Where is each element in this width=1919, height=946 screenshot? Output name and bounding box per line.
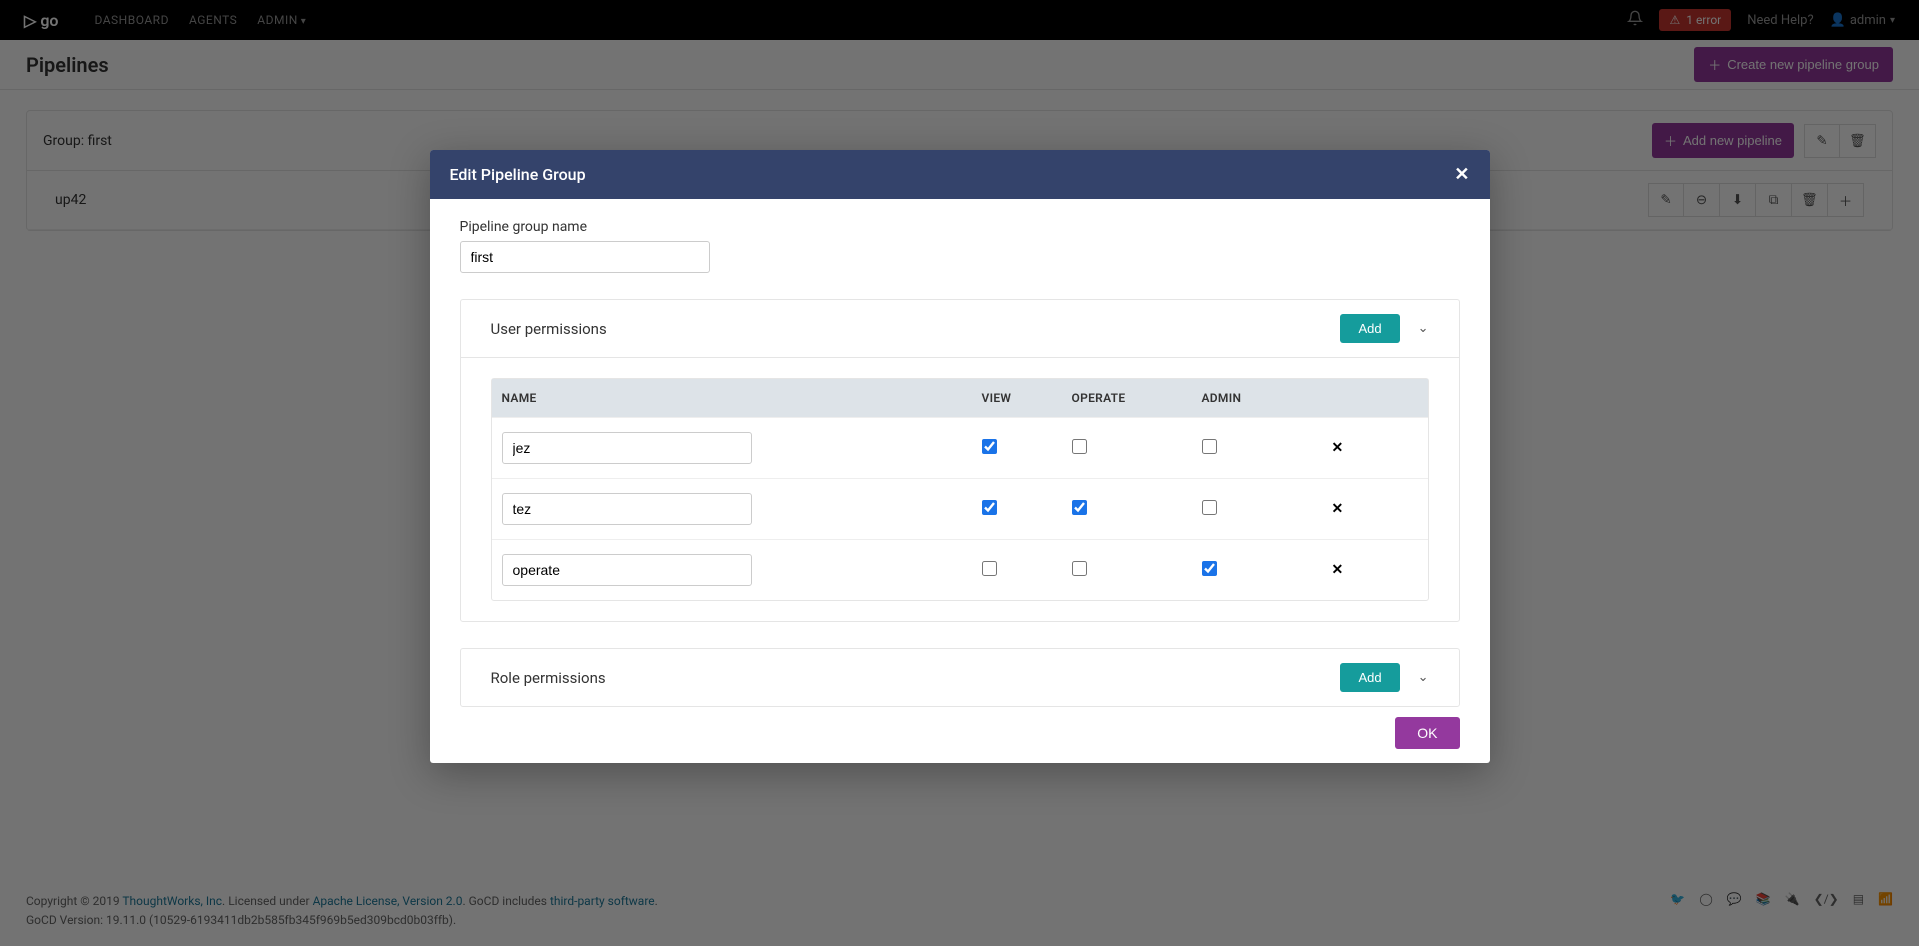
col-operate: OPERATE — [1072, 391, 1202, 405]
ok-button[interactable]: OK — [1395, 717, 1459, 749]
close-icon[interactable]: ✕ — [1454, 164, 1469, 185]
view-checkbox[interactable] — [982, 439, 997, 454]
col-view: VIEW — [982, 391, 1072, 405]
perm-name-input[interactable] — [502, 432, 752, 464]
view-checkbox[interactable] — [982, 500, 997, 515]
user-permissions-panel: User permissions Add ⌄ NAME VIEW OPERATE… — [460, 299, 1460, 622]
edit-pipeline-group-modal: Edit Pipeline Group ✕ Pipeline group nam… — [430, 150, 1490, 763]
remove-row-icon[interactable]: ✕ — [1332, 501, 1344, 517]
col-name: NAME — [502, 391, 982, 405]
role-permissions-title: Role permissions — [491, 669, 606, 687]
perm-name-input[interactable] — [502, 554, 752, 586]
add-user-permission-button[interactable]: Add — [1340, 314, 1399, 343]
modal-overlay: Edit Pipeline Group ✕ Pipeline group nam… — [0, 0, 1919, 946]
modal-body: Pipeline group name User permissions Add… — [430, 199, 1490, 707]
remove-row-icon[interactable]: ✕ — [1332, 440, 1344, 456]
user-permissions-title: User permissions — [491, 320, 607, 338]
chevron-down-icon[interactable]: ⌄ — [1418, 321, 1429, 336]
group-name-label: Pipeline group name — [460, 219, 1460, 235]
admin-checkbox[interactable] — [1202, 561, 1217, 576]
chevron-down-icon[interactable]: ⌄ — [1418, 670, 1429, 685]
operate-checkbox[interactable] — [1072, 500, 1087, 515]
modal-footer: OK — [430, 707, 1490, 763]
admin-checkbox[interactable] — [1202, 500, 1217, 515]
perm-name-input[interactable] — [502, 493, 752, 525]
group-name-input[interactable] — [460, 241, 710, 273]
operate-checkbox[interactable] — [1072, 561, 1087, 576]
remove-row-icon[interactable]: ✕ — [1332, 562, 1344, 578]
admin-checkbox[interactable] — [1202, 439, 1217, 454]
role-permissions-panel: Role permissions Add ⌄ — [460, 648, 1460, 707]
view-checkbox[interactable] — [982, 561, 997, 576]
operate-checkbox[interactable] — [1072, 439, 1087, 454]
add-role-permission-button[interactable]: Add — [1340, 663, 1399, 692]
modal-header: Edit Pipeline Group ✕ — [430, 150, 1490, 199]
col-admin: ADMIN — [1202, 391, 1332, 405]
modal-title: Edit Pipeline Group — [450, 165, 586, 184]
table-head: NAME VIEW OPERATE ADMIN — [492, 379, 1428, 417]
table-row: ✕ — [492, 539, 1428, 600]
role-permissions-header: Role permissions Add ⌄ — [461, 649, 1459, 706]
user-permissions-header: User permissions Add ⌄ — [461, 300, 1459, 358]
user-permissions-table: NAME VIEW OPERATE ADMIN ✕ — [491, 378, 1429, 601]
table-row: ✕ — [492, 478, 1428, 539]
table-row: ✕ — [492, 417, 1428, 478]
